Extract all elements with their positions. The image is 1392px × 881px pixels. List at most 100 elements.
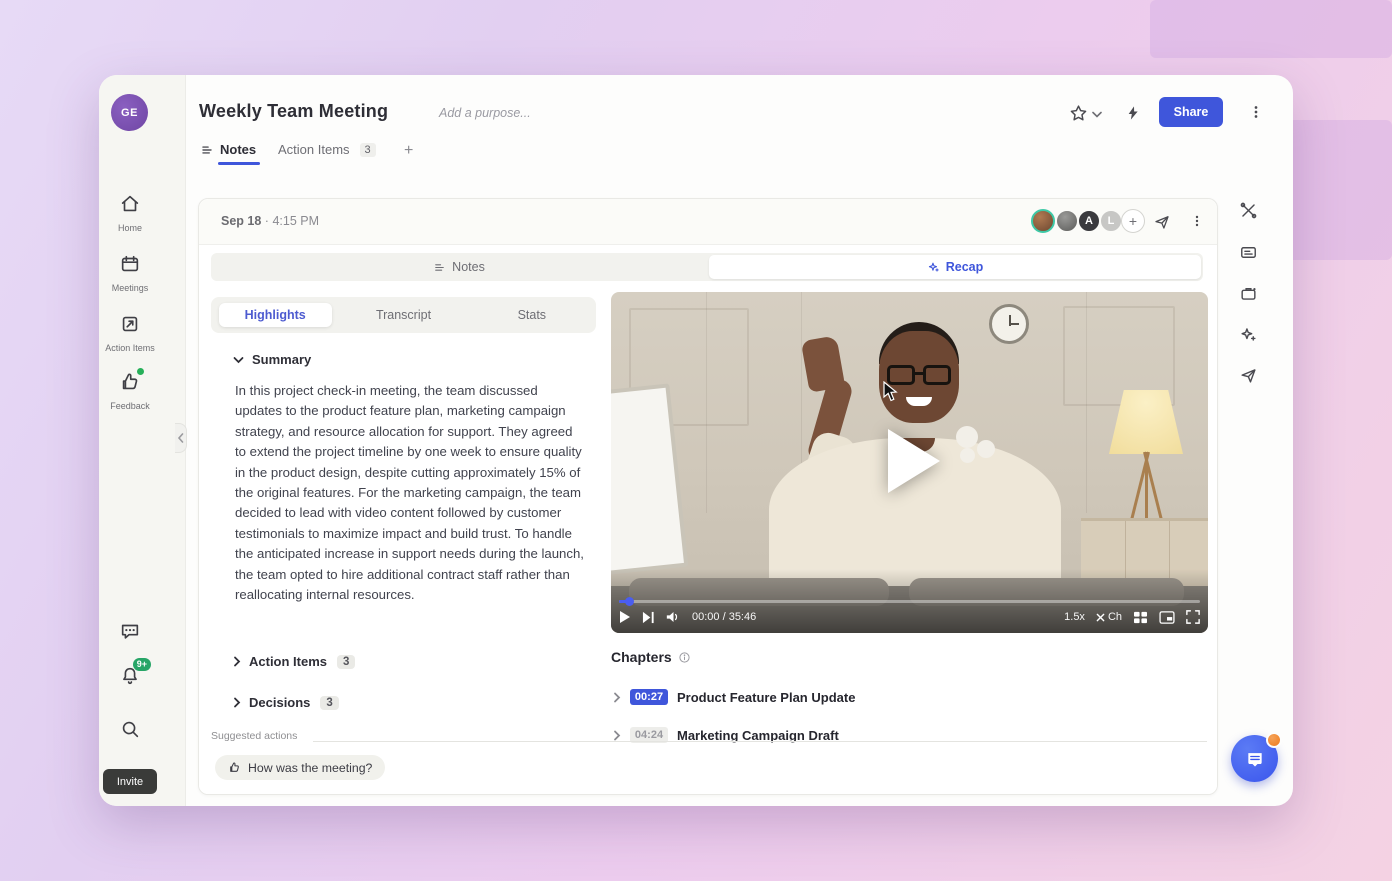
meeting-note-card: Sep 18 · 4:15 PM A L + Notes <box>198 198 1218 795</box>
decisions-section-header[interactable]: Decisions 3 <box>233 695 339 710</box>
play-button[interactable] <box>888 429 940 493</box>
section-label: Action Items <box>249 654 327 669</box>
attendee-avatar[interactable] <box>1031 209 1055 233</box>
tab-transcript[interactable]: Transcript <box>339 308 467 322</box>
chapter-row[interactable]: 00:27 Product Feature Plan Update <box>613 686 855 708</box>
chapters-title: Chapters <box>611 649 672 665</box>
video-grid-icon[interactable] <box>1133 611 1148 624</box>
meeting-date: Sep 18 <box>221 214 261 228</box>
action-items-icon <box>119 313 141 335</box>
tab-count-badge: 3 <box>360 143 376 157</box>
chevron-right-icon <box>233 656 241 667</box>
messenger-button[interactable] <box>1231 735 1278 782</box>
chapter-title[interactable]: Product Feature Plan Update <box>677 690 855 705</box>
toggle-recap[interactable]: Recap <box>709 255 1201 279</box>
app-window: GE Home Meetings Action Items <box>99 75 1293 806</box>
notification-badge: 9+ <box>133 658 151 671</box>
briefcase-icon[interactable] <box>1239 284 1258 303</box>
video-player[interactable]: 00:00 / 35:46 1.5x Ch <box>611 292 1208 633</box>
video-volume-icon[interactable] <box>666 610 681 624</box>
video-next-icon[interactable] <box>642 611 655 624</box>
meeting-feedback-button[interactable]: How was the meeting? <box>215 755 385 780</box>
attendee-avatar[interactable]: A <box>1077 209 1101 233</box>
wall-clock <box>989 304 1029 344</box>
chapters-toggle-label: Ch <box>1108 611 1122 623</box>
star-dropdown-chevron-icon[interactable] <box>1092 111 1102 118</box>
attendee-avatar[interactable]: L <box>1099 209 1123 233</box>
sidebar-collapse-handle[interactable] <box>175 423 187 453</box>
section-count-badge: 3 <box>320 696 338 710</box>
thumbs-up-icon <box>228 761 241 774</box>
attendee-avatar[interactable] <box>1055 209 1079 233</box>
summary-section-header[interactable]: Summary <box>233 352 311 367</box>
workspace-logo[interactable]: GE <box>111 94 148 131</box>
fullscreen-icon[interactable] <box>1186 610 1200 624</box>
decor-ball <box>960 448 975 463</box>
header-kebab-menu[interactable] <box>1247 102 1265 122</box>
sidebar-item-label: Meetings <box>99 283 161 293</box>
tab-notes[interactable]: Notes <box>200 142 256 157</box>
summary-text: In this project check-in meeting, the te… <box>235 381 587 605</box>
background-decoration <box>1150 0 1392 58</box>
add-attendee-button[interactable]: + <box>1121 209 1145 233</box>
share-button[interactable]: Share <box>1159 97 1223 127</box>
chevron-right-icon <box>613 692 621 703</box>
sidebar-notifications-button[interactable]: 9+ <box>99 665 161 692</box>
tab-highlights[interactable]: Highlights <box>211 303 339 327</box>
sidebar-item-label: Home <box>99 223 161 233</box>
pip-icon[interactable] <box>1159 611 1175 624</box>
glasses-bridge <box>912 372 924 375</box>
calendar-icon <box>119 253 141 275</box>
chevron-right-icon <box>613 730 621 741</box>
automations-bolt-icon[interactable] <box>1125 101 1141 125</box>
chapter-row[interactable]: 04:24 Marketing Campaign Draft <box>613 724 839 746</box>
purpose-placeholder[interactable]: Add a purpose... <box>439 106 531 120</box>
chevron-right-icon <box>233 697 241 708</box>
chapter-timestamp[interactable]: 00:27 <box>630 689 668 705</box>
chapters-toggle-button[interactable]: Ch <box>1096 611 1122 623</box>
ai-sparkles-icon[interactable] <box>1239 325 1258 344</box>
section-count-badge: 3 <box>337 655 355 669</box>
sidebar-search-button[interactable] <box>99 718 161 745</box>
glasses-lens <box>923 365 951 385</box>
playback-speed-button[interactable]: 1.5x <box>1064 611 1085 623</box>
toggle-notes[interactable]: Notes <box>211 253 707 281</box>
action-items-section-header[interactable]: Action Items 3 <box>233 654 355 669</box>
sidebar-item-feedback[interactable]: Feedback <box>99 371 161 411</box>
info-icon[interactable] <box>678 651 691 664</box>
datetime-separator: · <box>265 214 269 228</box>
notes-list-icon <box>433 261 446 274</box>
video-play-icon[interactable] <box>619 610 631 624</box>
section-label: Summary <box>252 352 311 367</box>
tools-icon[interactable] <box>1239 201 1258 220</box>
send-icon[interactable] <box>1239 366 1258 385</box>
notepad-icon[interactable] <box>1239 243 1258 262</box>
presenter-face <box>879 331 959 423</box>
tab-action-items[interactable]: Action Items 3 <box>278 142 376 157</box>
sidebar-item-home[interactable]: Home <box>99 193 161 233</box>
favorite-star-button[interactable] <box>1068 103 1089 124</box>
messenger-notification-dot <box>1266 732 1282 748</box>
suggested-actions-divider <box>313 741 1207 742</box>
feedback-status-dot <box>137 368 144 375</box>
recap-sparkle-icon <box>927 261 940 274</box>
video-progress-bar[interactable] <box>619 600 1200 603</box>
sidebar-item-action-items[interactable]: Action Items <box>99 313 161 353</box>
thumbs-up-icon <box>119 371 141 393</box>
note-kebab-menu[interactable] <box>1189 212 1205 230</box>
home-icon <box>119 193 141 215</box>
tab-stats[interactable]: Stats <box>468 308 596 322</box>
page-title: Weekly Team Meeting <box>199 101 388 122</box>
sidebar-item-label: Feedback <box>99 401 161 411</box>
chevron-down-icon <box>233 356 244 364</box>
invite-button[interactable]: Invite <box>103 769 157 794</box>
add-tab-button[interactable]: + <box>404 142 413 160</box>
glasses-lens <box>887 365 915 385</box>
sidebar-item-meetings[interactable]: Meetings <box>99 253 161 293</box>
feedback-prompt-label: How was the meeting? <box>248 761 372 775</box>
sidebar-chat-button[interactable] <box>99 620 161 647</box>
chat-icon <box>119 620 141 642</box>
decor-ball <box>956 426 978 448</box>
send-note-icon[interactable] <box>1153 213 1171 231</box>
section-label: Decisions <box>249 695 310 710</box>
